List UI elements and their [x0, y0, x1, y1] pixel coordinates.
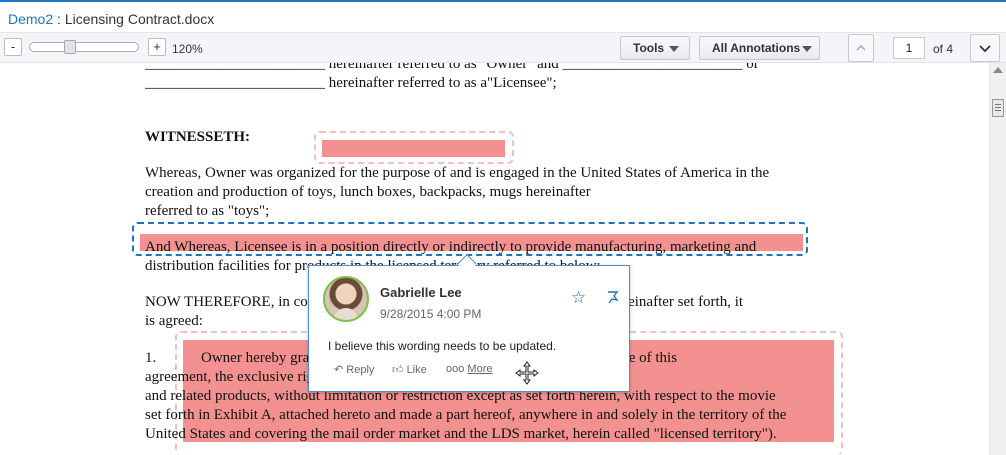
thumbs-up-icon: 👍︎: [392, 364, 404, 376]
doc-line: set forth in Exhibit A, attached hereto …: [145, 407, 787, 423]
vertical-scrollbar[interactable]: [989, 63, 1006, 455]
annotations-filter-label: All Annotations: [712, 41, 801, 55]
move-cursor-icon: [515, 361, 539, 385]
reply-icon: ↶: [334, 364, 344, 376]
pin-icon[interactable]: [606, 290, 620, 307]
zoom-in-button[interactable]: +: [148, 38, 166, 56]
avatar: [323, 276, 369, 322]
window-title: Demo2 : Licensing Contract.docx: [8, 11, 214, 27]
like-label: Like: [406, 364, 427, 376]
zoom-slider-thumb[interactable]: [64, 40, 76, 54]
doc-line: referred to as "toys";: [145, 203, 270, 219]
star-icon[interactable]: ☆: [571, 289, 586, 306]
reply-button[interactable]: ↶ Reply: [334, 363, 374, 376]
highlight-annotation[interactable]: [322, 140, 505, 157]
ellipsis-icon: ooo: [446, 363, 465, 375]
title-bar: Demo2 : Licensing Contract.docx: [0, 0, 1006, 33]
chevron-down-icon: [979, 45, 991, 53]
comment-date: 9/28/2015 4:00 PM: [380, 307, 482, 321]
chevron-down-icon: [669, 46, 679, 52]
next-page-button[interactable]: [970, 34, 1000, 62]
reply-label: Reply: [346, 364, 375, 376]
doc-line: Whereas, Owner was organized for the pur…: [145, 165, 770, 181]
page-total: of 4: [933, 42, 954, 56]
page-number-input[interactable]: 1: [893, 37, 925, 59]
doc-line: ________________________ hereinafter ref…: [145, 75, 557, 91]
tools-dropdown[interactable]: Tools: [620, 36, 690, 60]
title-separator: :: [53, 11, 65, 27]
doc-line: is agreed:: [145, 313, 203, 329]
comment-author: Gabrielle Lee: [380, 285, 462, 300]
app-name-link[interactable]: Demo2: [8, 11, 53, 27]
doc-list-number: 1.: [145, 350, 157, 366]
previous-page-button[interactable]: [848, 34, 874, 62]
more-label: More: [467, 363, 493, 375]
doc-line: United States and covering the mail orde…: [145, 426, 777, 442]
doc-heading: WITNESSETH:: [145, 129, 251, 145]
zoom-slider[interactable]: [29, 40, 139, 54]
scroll-up-icon[interactable]: [993, 67, 1003, 73]
comment-popup[interactable]: Gabrielle Lee 9/28/2015 4:00 PM ☆ I beli…: [308, 254, 630, 392]
toolbar: - + 120% Tools All Annotations 1 of 4: [0, 33, 1006, 63]
zoom-out-button[interactable]: -: [4, 38, 22, 56]
comment-body: I believe this wording needs to be updat…: [328, 339, 557, 353]
chevron-up-icon: [856, 44, 866, 51]
file-name: Licensing Contract.docx: [64, 11, 215, 27]
zoom-level: 120%: [172, 42, 203, 56]
more-button[interactable]: ooo More: [446, 363, 492, 375]
tools-label: Tools: [633, 41, 665, 55]
document-viewer[interactable]: ________________________ hereinafter ref…: [0, 63, 1006, 455]
doc-line: creation and production of toys, lunch b…: [145, 184, 591, 200]
doc-line: And Whereas, Licensee is in a position d…: [145, 239, 757, 255]
chevron-down-icon: [802, 46, 812, 52]
scrollbar-thumb[interactable]: [992, 99, 1004, 117]
doc-line: ________________________ hereinafter ref…: [145, 63, 759, 72]
annotations-filter-dropdown[interactable]: All Annotations: [699, 36, 820, 60]
like-button[interactable]: 👍︎ Like: [392, 363, 427, 376]
